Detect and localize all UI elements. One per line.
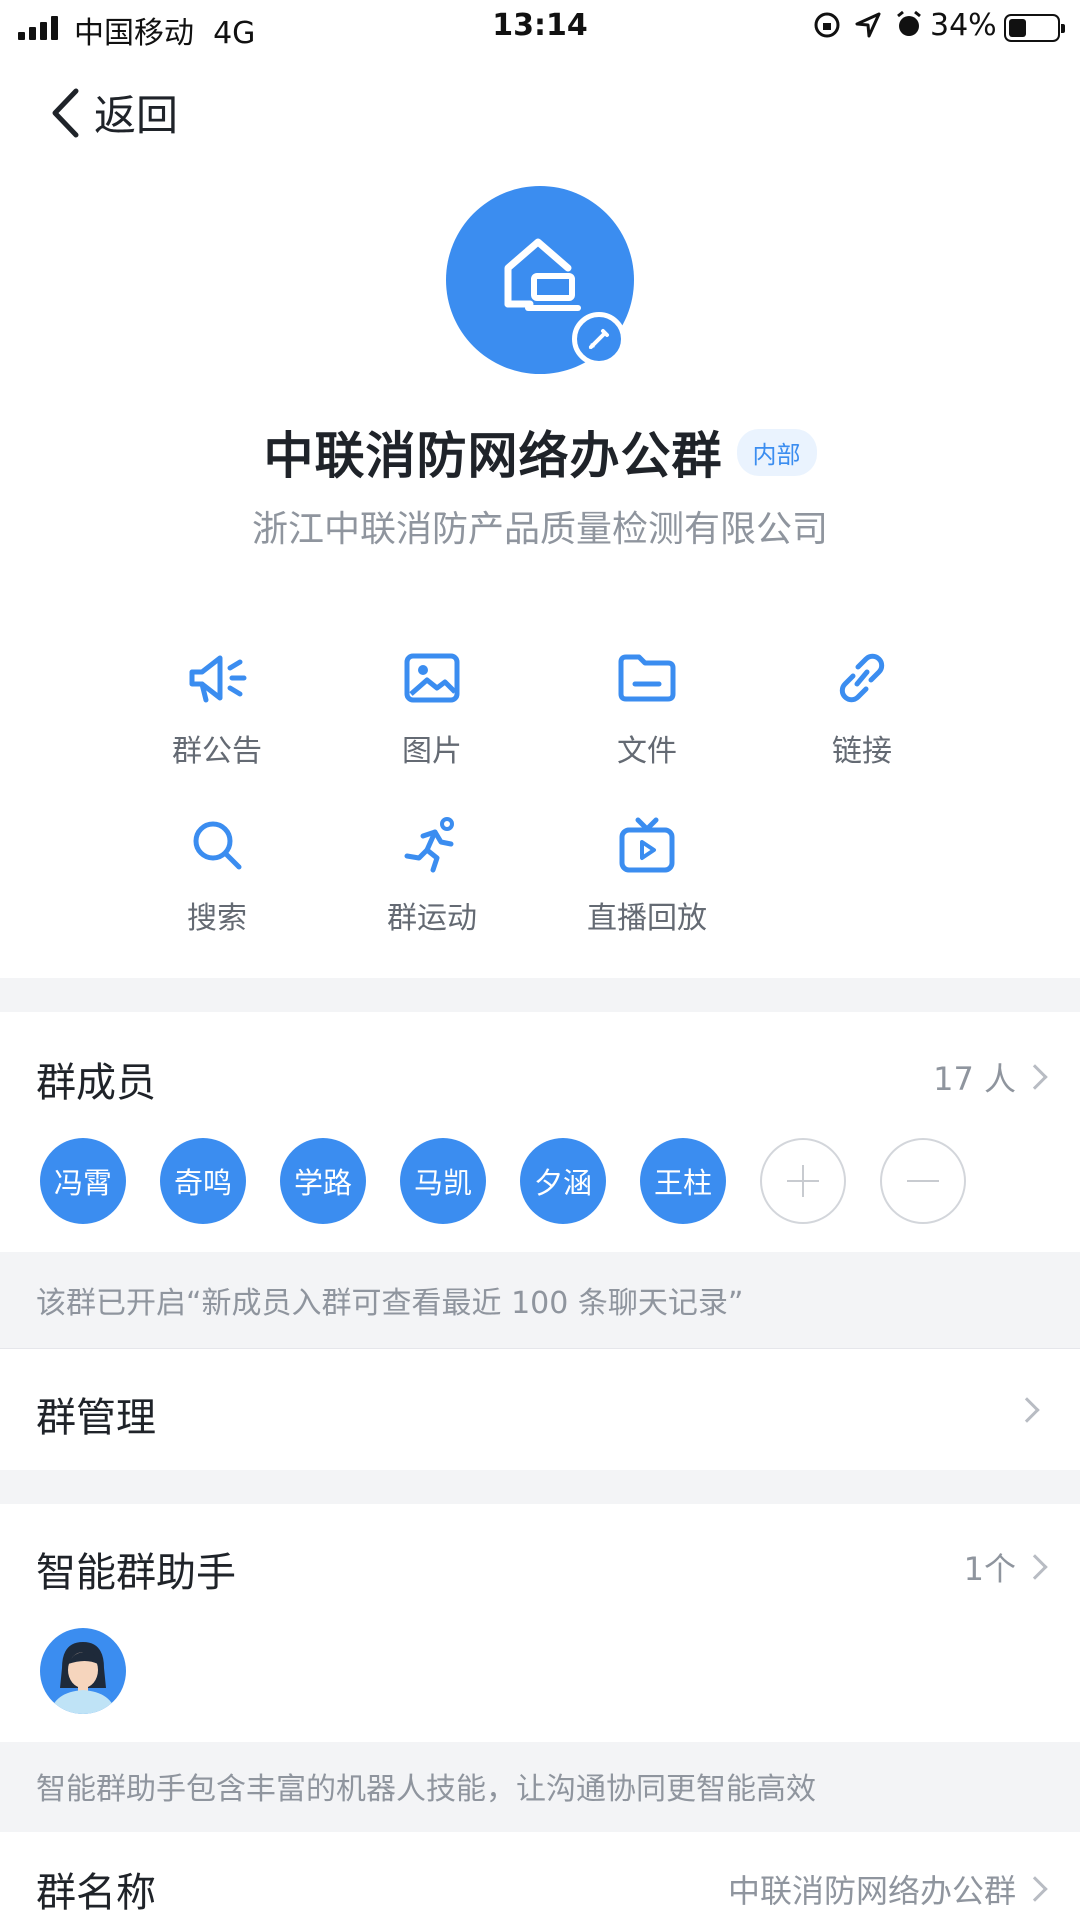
members-note-bar: 该群已开启“新成员入群可查看最近 100 条聊天记录” <box>0 1252 1080 1348</box>
tv-play-icon <box>619 817 675 873</box>
group-name: 中联消防网络办公群 <box>263 427 723 485</box>
member-avatar[interactable]: 夕涵 <box>520 1138 606 1224</box>
group-manage-row[interactable]: 群管理 <box>0 1349 1080 1469</box>
status-icons <box>812 10 924 40</box>
members-count-button[interactable]: 17 人 <box>933 1054 1048 1100</box>
feature-group-sports[interactable]: 群运动 <box>332 815 532 937</box>
alarm-icon <box>897 10 921 36</box>
member-avatar[interactable]: 奇鸣 <box>160 1138 246 1224</box>
organization-name: 浙江中联消防产品质量检测有限公司 <box>251 509 828 550</box>
minus-icon <box>907 1180 939 1182</box>
feature-label: 群公告 <box>172 734 262 769</box>
run-icon <box>404 817 454 873</box>
member-avatar[interactable]: 马凯 <box>400 1138 486 1224</box>
feature-live-replay[interactable]: 直播回放 <box>547 815 747 937</box>
search-icon <box>193 821 242 870</box>
assistant-count: 1个 <box>963 1550 1016 1588</box>
folder-icon <box>618 654 676 702</box>
feature-label: 文件 <box>617 734 677 769</box>
group-name-title: 群名称 <box>36 1870 156 1916</box>
member-avatar[interactable]: 学路 <box>280 1138 366 1224</box>
status-bar: 中国移动 4G 13:14 34% <box>0 0 1080 56</box>
battery-icon <box>1004 14 1065 42</box>
group-manage-title: 群管理 <box>36 1395 156 1441</box>
assistant-note: 智能群助手包含丰富的机器人技能，让沟通协同更智能高效 <box>36 1772 816 1807</box>
section-divider <box>0 1470 1080 1504</box>
plus-icon <box>787 1165 819 1197</box>
back-label: 返回 <box>94 91 179 140</box>
feature-label: 图片 <box>402 734 462 769</box>
megaphone-icon <box>189 655 247 703</box>
chevron-right-icon <box>1014 1397 1040 1423</box>
feature-links[interactable]: 链接 <box>762 648 962 770</box>
member-avatars: 冯霄 奇鸣 学路 马凯 夕涵 王柱 <box>40 1138 966 1224</box>
image-icon <box>404 653 460 703</box>
feature-images[interactable]: 图片 <box>332 648 532 770</box>
link-icon <box>839 653 885 703</box>
member-avatar[interactable]: 王柱 <box>640 1138 726 1224</box>
feature-announcement[interactable]: 群公告 <box>117 648 317 770</box>
members-count: 17 人 <box>933 1060 1016 1098</box>
member-avatar[interactable]: 冯霄 <box>40 1138 126 1224</box>
group-name-row[interactable]: 群名称 中联消防网络办公群 <box>0 1832 1080 1920</box>
group-title-row: 中联消防网络办公群 内部 <box>0 416 1080 488</box>
section-divider <box>0 978 1080 1012</box>
feature-label: 链接 <box>832 734 892 769</box>
assistant-note-bar: 智能群助手包含丰富的机器人技能，让沟通协同更智能高效 <box>0 1742 1080 1832</box>
chevron-right-icon <box>1022 1876 1048 1902</box>
chevron-left-icon <box>52 88 79 137</box>
robot-assistant-avatar-icon <box>50 1642 116 1714</box>
pencil-icon <box>589 329 609 349</box>
back-button[interactable]: 返回 <box>50 82 178 143</box>
members-title: 群成员 <box>36 1060 156 1106</box>
feature-label: 直播回放 <box>587 901 707 936</box>
feature-files[interactable]: 文件 <box>547 648 747 770</box>
edit-avatar-button[interactable] <box>572 312 626 366</box>
battery-percent: 34% <box>930 8 997 43</box>
feature-label: 搜索 <box>187 901 247 936</box>
members-note: 该群已开启“新成员入群可查看最近 100 条聊天记录” <box>36 1286 744 1321</box>
feature-search[interactable]: 搜索 <box>117 815 317 937</box>
chevron-right-icon <box>1022 1064 1048 1090</box>
group-name-value: 中联消防网络办公群 <box>727 1872 1016 1910</box>
group-name-value-wrap: 中联消防网络办公群 <box>727 1866 1048 1912</box>
feature-label: 群运动 <box>387 901 477 936</box>
rotation-lock-icon <box>814 12 840 38</box>
add-member-button[interactable] <box>760 1138 846 1224</box>
assistant-title: 智能群助手 <box>36 1550 236 1596</box>
assistant-count-button[interactable]: 1个 <box>963 1544 1048 1590</box>
chevron-right-icon <box>1022 1554 1048 1580</box>
location-icon <box>855 12 881 38</box>
internal-tag: 内部 <box>736 428 817 476</box>
assistant-avatar[interactable] <box>40 1628 126 1714</box>
remove-member-button[interactable] <box>880 1138 966 1224</box>
